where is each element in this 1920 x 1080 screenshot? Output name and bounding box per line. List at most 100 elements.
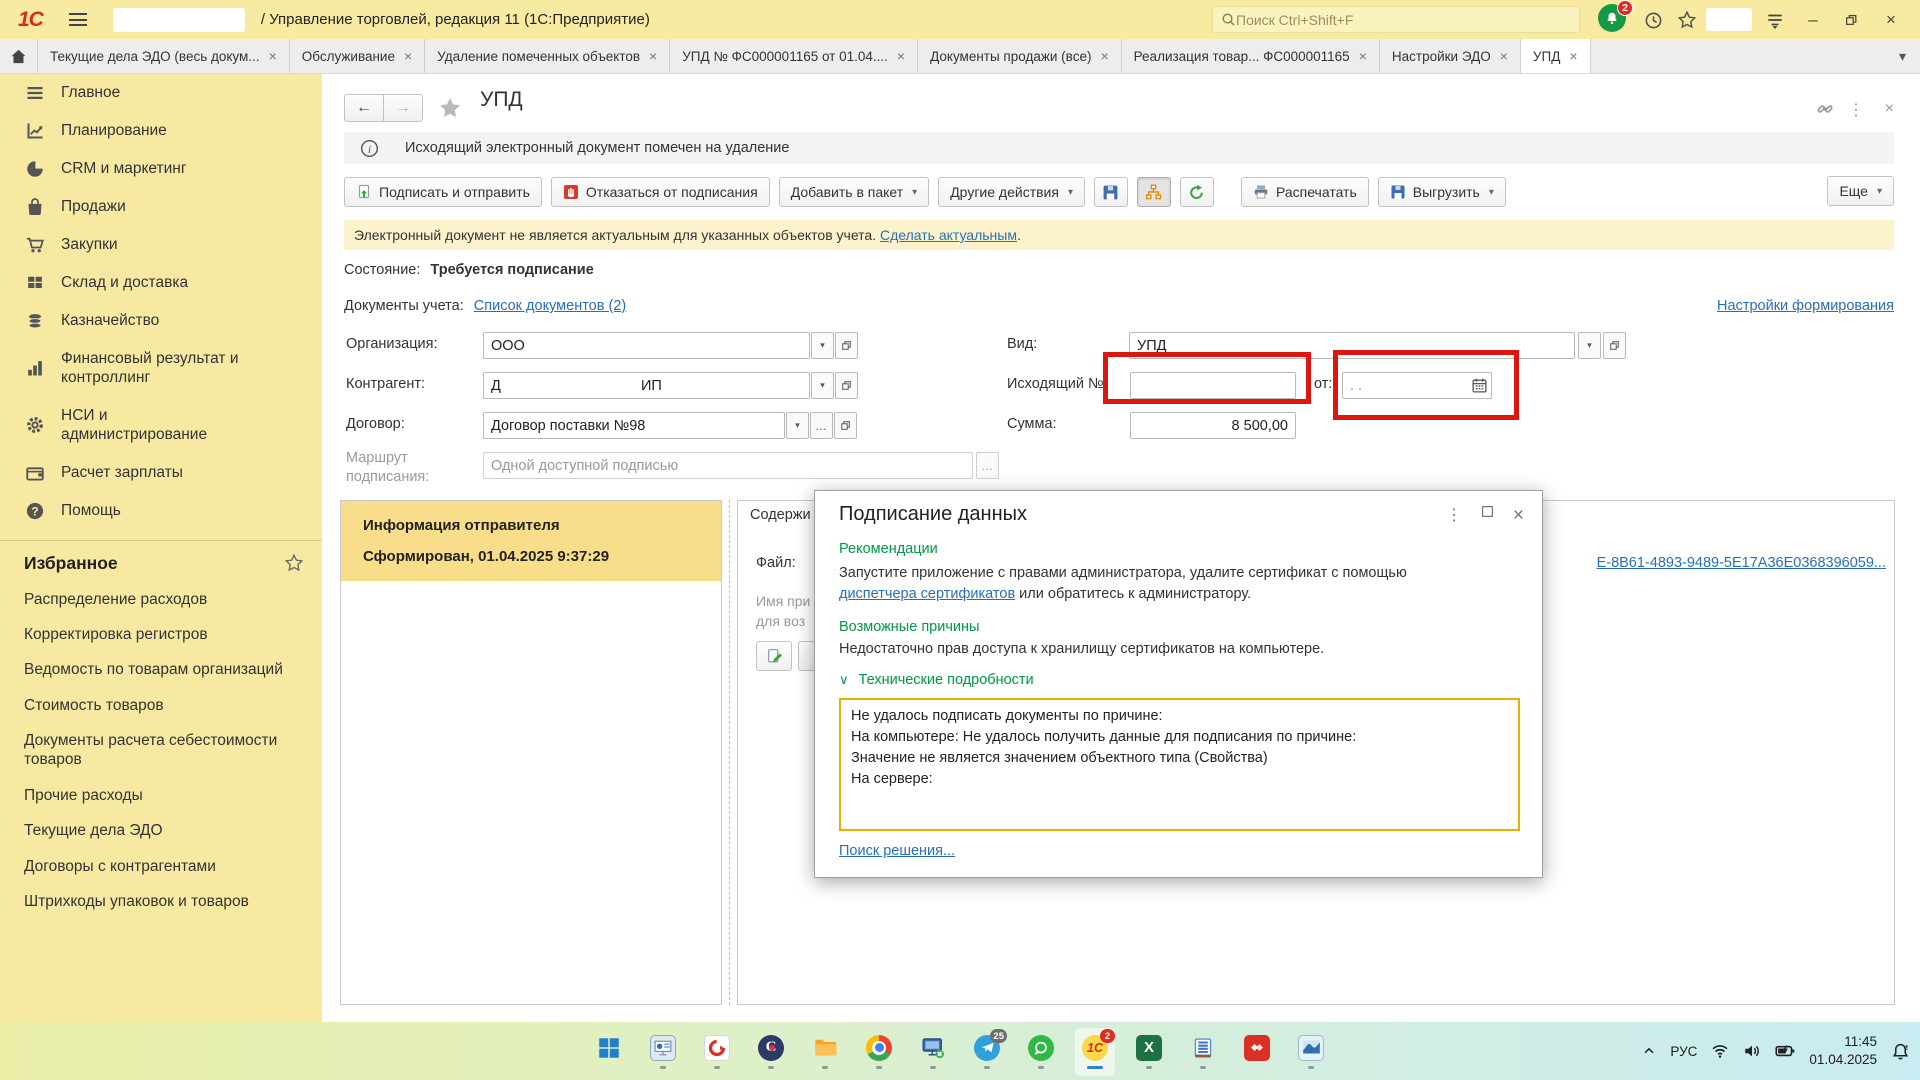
remote-desktop-button[interactable]	[913, 1028, 953, 1076]
close-tab-icon[interactable]: ×	[1569, 48, 1577, 64]
file-link[interactable]: E-8B61-4893-9489-5E17A36E0368396059...	[1597, 555, 1886, 571]
main-menu-icon[interactable]	[69, 13, 87, 26]
favorite-item[interactable]: Договоры с контрагентами	[0, 849, 322, 884]
close-tab-icon[interactable]: ×	[897, 48, 905, 64]
window-tab[interactable]: Настройки ЭДО×	[1380, 39, 1521, 73]
notifications-button[interactable]: 2	[1598, 4, 1628, 34]
kind-dropdown-icon[interactable]: ▾	[1578, 332, 1601, 359]
sidebar-item[interactable]: Главное	[0, 74, 322, 112]
contract-dropdown-icon[interactable]: ▾	[786, 412, 809, 439]
export-button[interactable]: Выгрузить▾	[1378, 177, 1506, 207]
edit-file-button[interactable]	[756, 641, 792, 671]
window-tab[interactable]: Удаление помеченных объектов×	[425, 39, 670, 73]
settings-menu-icon[interactable]	[1762, 7, 1788, 33]
telegram-button[interactable]: 25	[967, 1028, 1007, 1076]
language-indicator[interactable]: РУС	[1670, 1044, 1697, 1059]
close-tab-icon[interactable]: ×	[1500, 48, 1508, 64]
org-open-icon[interactable]	[835, 332, 858, 359]
favorite-item[interactable]: Документы расчета себестоимости товаров	[0, 723, 322, 778]
get-link-icon[interactable]	[1816, 100, 1834, 118]
save-button[interactable]	[1094, 177, 1128, 207]
print-button[interactable]: Распечатать	[1241, 177, 1369, 207]
technical-details-text[interactable]: Не удалось подписать документы по причин…	[839, 698, 1520, 831]
1c-app-button[interactable]: 1С 2	[1075, 1028, 1115, 1076]
more-menu-icon[interactable]: ⋮	[1848, 100, 1864, 120]
counterparty-open-icon[interactable]	[835, 372, 858, 399]
favorite-item[interactable]: Стоимость товаров	[0, 688, 322, 723]
star-icon[interactable]	[284, 553, 304, 573]
battery-icon[interactable]	[1775, 1041, 1795, 1061]
sidebar-item[interactable]: CRM и маркетинг	[0, 150, 322, 188]
outgoing-number-field[interactable]	[1130, 372, 1296, 399]
start-button[interactable]	[589, 1028, 629, 1076]
sidebar-item[interactable]: Продажи	[0, 188, 322, 226]
counterparty-dropdown-icon[interactable]: ▾	[811, 372, 834, 399]
favorite-item[interactable]: Корректировка регистров	[0, 617, 322, 652]
documents-list-link[interactable]: Список документов (2)	[474, 298, 626, 314]
excel-button[interactable]: X	[1129, 1028, 1169, 1076]
window-tab[interactable]: УПД № ФС000001165 от 01.04....×	[670, 39, 918, 73]
sidebar-item[interactable]: Склад и доставка	[0, 264, 322, 302]
presentation-app-button[interactable]	[643, 1028, 683, 1076]
refresh-button[interactable]	[1180, 177, 1214, 207]
close-tab-icon[interactable]: ×	[649, 48, 657, 64]
refuse-signing-button[interactable]: Отказаться от подписания	[551, 177, 770, 207]
kind-open-icon[interactable]	[1603, 332, 1626, 359]
history-icon[interactable]	[1640, 7, 1666, 33]
content-tab-label[interactable]: Содержи	[750, 507, 811, 523]
sign-and-send-button[interactable]: Подписать и отправить	[344, 177, 542, 207]
close-form-icon[interactable]: ×	[1885, 100, 1894, 118]
chrome-button[interactable]	[859, 1028, 899, 1076]
back-button[interactable]: ←	[344, 94, 384, 122]
date-field[interactable]: . .	[1342, 372, 1492, 399]
signing-route-field[interactable]: Одной доступной подписью	[483, 452, 973, 479]
sidebar-item[interactable]: Закупки	[0, 226, 322, 264]
more-button[interactable]: Еще▾	[1827, 176, 1894, 206]
close-tab-icon[interactable]: ×	[404, 48, 412, 64]
counterparty-field[interactable]: Д ИП	[483, 372, 810, 399]
certificate-manager-link[interactable]: диспетчера сертификатов	[839, 586, 1015, 602]
window-tab[interactable]: Обслуживание×	[290, 39, 425, 73]
make-actual-link[interactable]: Сделать актуальным	[880, 227, 1017, 243]
sidebar-item[interactable]: Помощь	[0, 492, 322, 530]
dialog-close-icon[interactable]: ×	[1513, 505, 1524, 527]
add-to-package-button[interactable]: Добавить в пакет▾	[779, 177, 930, 207]
close-tab-icon[interactable]: ×	[1100, 48, 1108, 64]
sidebar-item[interactable]: Расчет зарплаты	[0, 454, 322, 492]
org-field[interactable]: ООО	[483, 332, 810, 359]
close-tab-icon[interactable]: ×	[269, 48, 277, 64]
sender-info-panel[interactable]: Информация отправителя Сформирован, 01.0…	[340, 500, 722, 1005]
search-solution-link[interactable]: Поиск решения...	[839, 843, 955, 859]
notifications-bell-icon[interactable]: z	[1891, 1042, 1910, 1061]
panel-splitter[interactable]	[729, 500, 730, 1005]
contract-open-icon[interactable]	[834, 412, 857, 439]
tabs-overflow-icon[interactable]: ▾	[1885, 39, 1920, 73]
favorite-item[interactable]: Штрихкоды упаковок и товаров	[0, 884, 322, 919]
sender-info-selected-block[interactable]: Информация отправителя Сформирован, 01.0…	[341, 501, 721, 581]
home-tab[interactable]	[0, 39, 38, 73]
window-tab[interactable]: УПД×	[1521, 39, 1591, 73]
window-tab[interactable]: Реализация товар... ФС000001165×	[1122, 39, 1380, 73]
org-dropdown-icon[interactable]: ▾	[811, 332, 834, 359]
contract-choose-icon[interactable]: …	[810, 412, 833, 439]
restore-button[interactable]	[1838, 7, 1864, 33]
favorite-item[interactable]: Ведомость по товарам организаций	[0, 652, 322, 687]
dialog-maximize-icon[interactable]	[1481, 505, 1494, 518]
window-tab[interactable]: Текущие дела ЭДО (весь докум...×	[38, 39, 290, 73]
sidebar-item[interactable]: Финансовый результат и контроллинг	[0, 340, 322, 397]
contract-field[interactable]: Договор поставки №98	[483, 412, 785, 439]
clock[interactable]: 11:45 01.04.2025	[1809, 1033, 1877, 1068]
calendar-icon[interactable]	[1471, 377, 1488, 394]
sidebar-item[interactable]: Планирование	[0, 112, 322, 150]
route-choose-icon[interactable]: …	[976, 452, 999, 479]
sum-field[interactable]: 8 500,00	[1130, 412, 1296, 439]
task-manager-button[interactable]	[1291, 1028, 1331, 1076]
window-tab[interactable]: Документы продажи (все)×	[918, 39, 1122, 73]
wifi-icon[interactable]	[1711, 1042, 1729, 1060]
favorite-item[interactable]: Распределение расходов	[0, 582, 322, 617]
volume-icon[interactable]	[1743, 1042, 1761, 1060]
forward-button[interactable]: →	[383, 94, 423, 122]
dialog-more-icon[interactable]: ⋮	[1446, 505, 1462, 525]
favorite-item[interactable]: Прочие расходы	[0, 778, 322, 813]
other-actions-button[interactable]: Другие действия▾	[938, 177, 1085, 207]
